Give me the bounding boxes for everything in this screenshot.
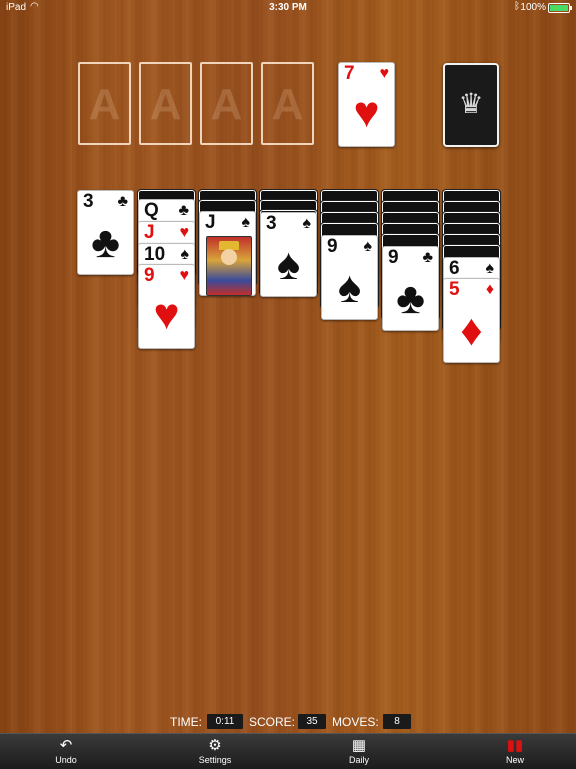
diamond-icon: ♦ [485, 281, 494, 298]
card-rank: 6 [449, 258, 460, 279]
calendar-icon: ▦ [351, 737, 367, 754]
card-rank: 3 [83, 191, 94, 212]
club-icon: ♣ [91, 218, 120, 267]
moves-value: 8 [383, 714, 411, 729]
undo-button[interactable]: ↶ Undo [46, 734, 86, 769]
score-label: SCORE: [249, 715, 296, 729]
heart-icon: ♥ [179, 267, 190, 284]
card-rank: 9 [144, 265, 155, 286]
score-value: 35 [298, 714, 326, 729]
crown-icon: ♛ [458, 88, 484, 119]
card-rank: J [144, 222, 155, 243]
foundation-pile-4[interactable]: A [261, 62, 314, 145]
stats-bar: TIME: 0:11 SCORE: 35 MOVES: 8 [0, 713, 576, 731]
battery-percent: 100% [520, 2, 546, 13]
time-value: 0:11 [207, 714, 243, 729]
spade-icon: ♠ [485, 260, 495, 277]
new-label: New [505, 755, 524, 765]
spade-icon: ♠ [337, 263, 362, 312]
foundation-pile-3[interactable]: A [200, 62, 253, 145]
tableau-card[interactable]: 5 ♦ ♦ [443, 278, 500, 363]
card-rank: 7 [344, 63, 355, 84]
spade-icon: ♠ [180, 246, 190, 263]
battery-icon [548, 3, 572, 13]
card-rank: 9 [327, 236, 338, 257]
stock-pile[interactable]: ♛ [443, 63, 499, 147]
diamond-icon: ♦ [460, 306, 483, 355]
moves-label: MOVES: [332, 715, 379, 729]
tableau-card[interactable]: J ♠ [199, 211, 256, 296]
spade-icon: ♠ [241, 214, 251, 231]
club-icon: ♣ [396, 274, 425, 323]
settings-button[interactable]: ⚙ Settings [192, 734, 238, 769]
status-time: 3:30 PM [269, 2, 307, 13]
card-rank: 5 [449, 279, 460, 300]
club-icon: ♣ [117, 193, 129, 210]
heart-icon: ♥ [153, 290, 180, 339]
card-rank: 3 [266, 213, 277, 234]
tableau-card[interactable]: 9 ♣ ♣ [382, 246, 439, 331]
daily-label: Daily [348, 755, 369, 765]
bottom-toolbar: ↶ Undo ⚙ Settings ▦ Daily ▮▮ New [0, 733, 576, 769]
waste-card[interactable]: 7 ♥ ♥ [338, 62, 395, 147]
tableau-card[interactable]: 9 ♠ ♠ [321, 235, 378, 320]
time-label: TIME: [170, 715, 202, 729]
club-icon: ♣ [178, 202, 190, 219]
foundation-placeholder: A [149, 80, 182, 129]
card-rank: J [205, 212, 216, 233]
daily-button[interactable]: ▦ Daily [339, 734, 379, 769]
foundation-placeholder: A [271, 80, 304, 129]
settings-label: Settings [198, 755, 232, 765]
cards-icon: ▮▮ [506, 737, 524, 754]
jack-head [221, 249, 237, 265]
spade-icon: ♠ [363, 238, 373, 255]
new-game-button[interactable]: ▮▮ New [495, 734, 535, 769]
jack-face-art [206, 236, 252, 296]
undo-label: Undo [55, 755, 77, 765]
status-bar: iPad ◠ 3:30 PM ᛒ 100% [0, 0, 576, 16]
tableau-card[interactable]: 3 ♠ ♠ [260, 212, 317, 297]
spade-icon: ♠ [276, 240, 301, 289]
tableau-card[interactable]: 3 ♣ ♣ [77, 190, 134, 275]
foundation-pile-1[interactable]: A [78, 62, 131, 145]
card-rank: 10 [144, 244, 166, 265]
heart-icon: ♥ [353, 88, 380, 137]
club-icon: ♣ [422, 249, 434, 266]
foundation-placeholder: A [210, 80, 243, 129]
spade-icon: ♠ [302, 215, 312, 232]
tableau-card[interactable]: 9 ♥ ♥ [138, 264, 195, 349]
card-rank: 9 [388, 247, 399, 268]
bluetooth-icon: ᛒ [514, 1, 520, 12]
foundation-placeholder: A [88, 80, 121, 129]
gear-icon: ⚙ [208, 737, 222, 754]
undo-icon: ↶ [59, 737, 73, 754]
heart-icon: ♥ [379, 65, 390, 82]
card-rank: Q [144, 200, 159, 221]
heart-icon: ♥ [179, 224, 190, 241]
foundation-pile-2[interactable]: A [139, 62, 192, 145]
